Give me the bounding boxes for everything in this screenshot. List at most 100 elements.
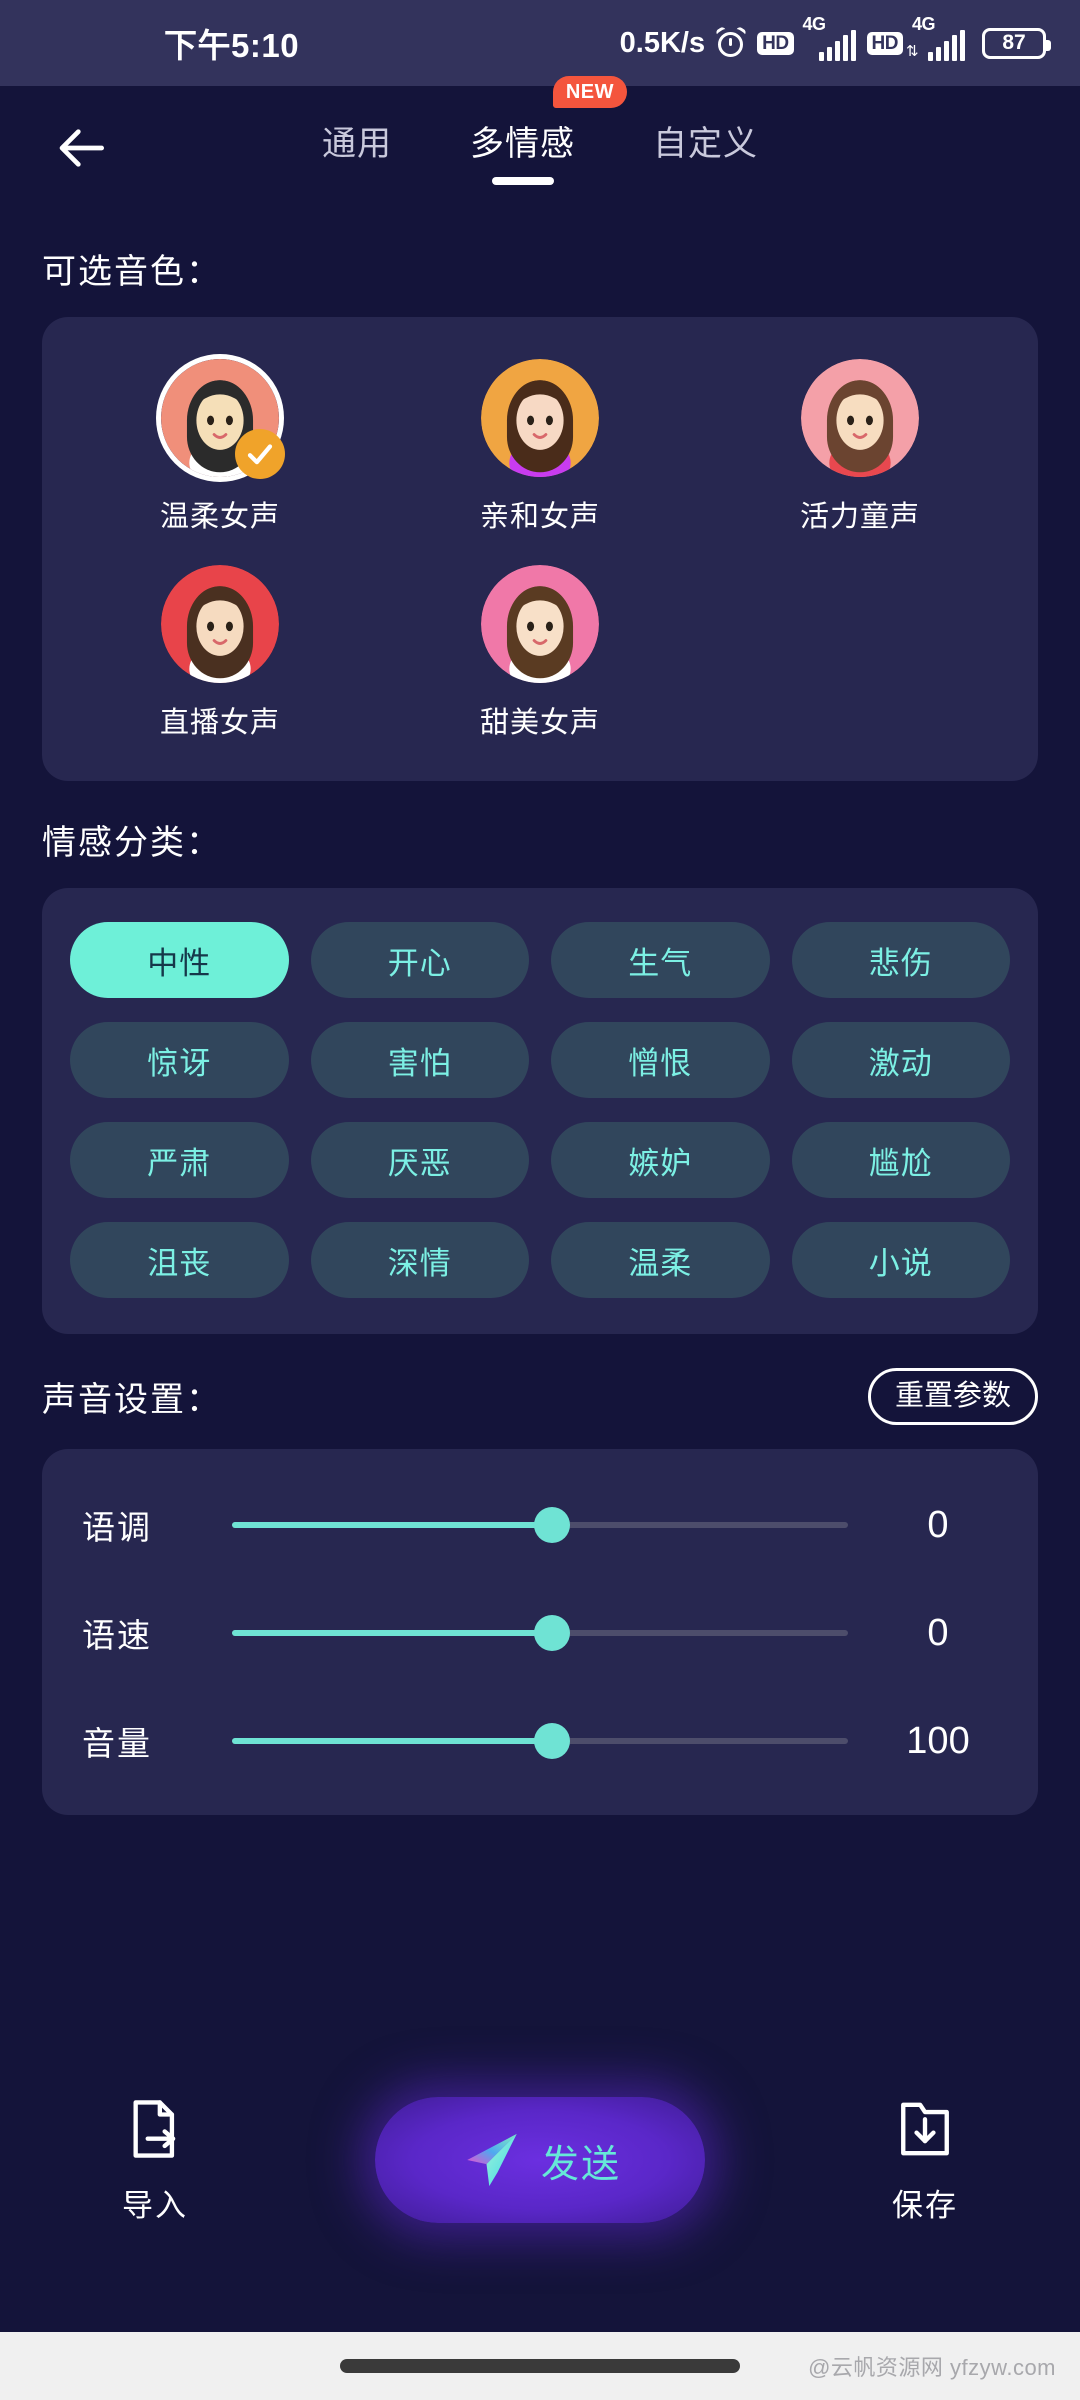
emotion-chip-10[interactable]: 厌恶 [310,1122,529,1198]
emotion-chip-13[interactable]: 沮丧 [70,1222,289,1298]
emotion-section-title: 情感分类： [42,824,222,862]
avatar-illustration [481,359,599,477]
import-label: 导入 [122,2187,188,2223]
voice-panel: 温柔女声 亲和女声 活力童声 直播女声 甜美女声 [42,317,1038,781]
voice-section-title: 可选音色： [42,253,222,291]
status-bar: 下午5:10 0.5K/s HD 4G HD 4G ⇅ 87 [0,0,1080,86]
data-transfer-icon: ⇅ [906,42,919,60]
voice-item-3[interactable]: 活力童声 [700,359,1020,535]
emotion-chip-14[interactable]: 深情 [310,1222,529,1298]
reset-parameters-button[interactable]: 重置参数 [867,1368,1038,1425]
gesture-handle[interactable] [340,2359,740,2373]
emotion-chip-16[interactable]: 小说 [791,1222,1010,1298]
avatar-wrapper [161,565,279,683]
file-export-icon [133,2099,176,2158]
voice-item-2[interactable]: 亲和女声 [380,359,700,535]
bottom-action-bar: 导入 发送 保存 [0,2060,1080,2260]
tab-custom[interactable]: 自定义 [649,110,762,187]
tab-multi-emotion-label: 多情感 [470,124,575,163]
voice-item-1[interactable]: 温柔女声 [60,359,380,535]
emotion-chip-8[interactable]: 激动 [791,1022,1010,1098]
slider-thumb[interactable] [534,1507,571,1543]
slider-row-3: 音量 100 [82,1705,998,1777]
slider-track[interactable] [232,1723,848,1759]
status-time: 下午5:10 [164,27,300,64]
hd-icon-2: HD [866,31,903,55]
avatar-wrapper [481,565,599,683]
voice-grid: 温柔女声 亲和女声 活力童声 直播女声 甜美女声 [42,317,1038,781]
slider-fill [232,1738,553,1744]
tab-list: 通用 多情感 NEW 自定义 [0,75,1080,210]
network-type-2: 4G [912,13,936,34]
slider-value: 100 [906,1719,970,1762]
voice-item-5[interactable]: 甜美女声 [380,565,700,741]
emotion-chip-1[interactable]: 中性 [70,922,289,998]
slider-thumb[interactable] [534,1723,571,1759]
slider-label: 音量 [82,1725,152,1762]
slider-label: 语速 [82,1617,152,1654]
avatar-illustration [801,359,919,477]
tab-multi-emotion[interactable]: 多情感 NEW [466,75,627,187]
new-badge: NEW [552,75,627,108]
voice-label: 温柔女声 [159,501,280,533]
emotion-chip-9[interactable]: 严肃 [70,1122,289,1198]
tab-active-underline [491,176,554,185]
save-button[interactable]: 保存 [850,2096,1000,2225]
back-button[interactable] [40,105,126,191]
emotion-chip-6[interactable]: 害怕 [310,1022,529,1098]
avatar [801,359,919,477]
slider-track[interactable] [232,1615,848,1651]
tab-bar: 通用 多情感 NEW 自定义 [0,75,1080,210]
hd-icon-1: HD [757,31,794,55]
voice-label: 甜美女声 [479,707,600,739]
emotion-panel: 中性 开心 生气 悲伤惊讶 害怕 憎恨 激动严肃 厌恶 嫉妒 尴尬沮丧 深情 温柔 小说 [42,888,1038,1334]
tab-general[interactable]: 通用 [318,110,396,187]
slider-value: 0 [927,1503,949,1546]
battery-icon: 87 [982,27,1051,59]
emotion-chip-3[interactable]: 生气 [551,922,770,998]
send-label: 发送 [540,2143,621,2186]
sound-section-title: 声音设置： [42,1381,222,1419]
emotion-chip-12[interactable]: 尴尬 [791,1122,1010,1198]
import-button[interactable]: 导入 [80,2096,230,2225]
emotion-grid: 中性 开心 生气 悲伤惊讶 害怕 憎恨 激动严肃 厌恶 嫉妒 尴尬沮丧 深情 温柔 小说 [42,888,1038,1334]
sound-section-header: 声音设置： 重置参数 [0,1368,1080,1425]
battery-level: 87 [1002,31,1026,54]
avatar-wrapper [481,359,599,477]
avatar [481,359,599,477]
tab-custom-label: 自定义 [653,124,758,163]
emotion-chip-5[interactable]: 惊讶 [70,1022,289,1098]
emotion-chip-2[interactable]: 开心 [310,922,529,998]
slider-track[interactable] [232,1507,848,1543]
network-type-1: 4G [802,13,827,34]
folder-download-icon [901,2102,949,2155]
tab-general-label: 通用 [322,124,392,163]
slider-value: 0 [927,1611,949,1654]
voice-section-header: 可选音色： [0,244,1080,293]
back-arrow-icon [59,129,104,167]
save-label: 保存 [892,2187,958,2223]
alarm-clock-icon [714,25,748,58]
avatar [481,565,599,683]
voice-label: 亲和女声 [479,501,600,533]
avatar-illustration [481,565,599,683]
emotion-chip-7[interactable]: 憎恨 [551,1022,770,1098]
slider-fill [232,1522,553,1528]
slider-list: 语调 0 语速 0 音量 100 [42,1449,1038,1815]
slider-thumb[interactable] [534,1615,571,1651]
gesture-navigation-bar: @云帆资源网 yfzyw.com [0,2332,1080,2400]
voice-item-4[interactable]: 直播女声 [60,565,380,741]
emotion-chip-4[interactable]: 悲伤 [791,922,1010,998]
voice-label: 活力童声 [799,501,920,533]
watermark: @云帆资源网 yfzyw.com [808,2355,1056,2380]
avatar-wrapper [161,359,285,479]
emotion-chip-15[interactable]: 温柔 [551,1222,770,1298]
check-icon [235,429,285,479]
send-button[interactable]: 发送 [375,2097,705,2223]
signal-icon-2: 4G ⇅ [906,14,965,61]
slider-label: 语调 [82,1509,152,1546]
sound-panel: 语调 0 语速 0 音量 100 [42,1449,1038,1815]
voice-label: 直播女声 [159,707,280,739]
signal-icon-1: 4G [803,14,856,61]
emotion-chip-11[interactable]: 嫉妒 [551,1122,770,1198]
